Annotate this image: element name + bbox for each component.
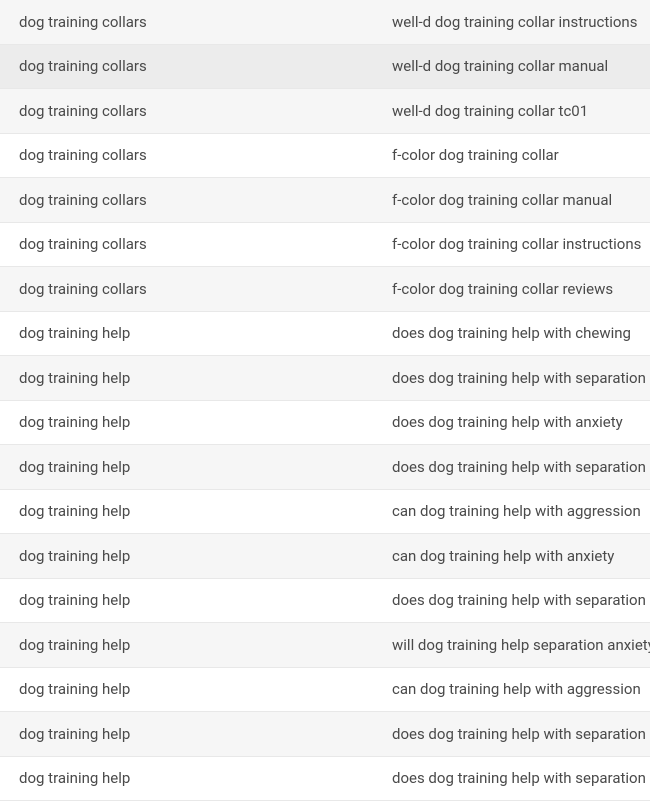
table-row[interactable]: dog training collarswell-d dog training … <box>0 0 650 45</box>
query-cell: well-d dog training collar instructions <box>354 13 650 31</box>
query-cell: does dog training help with chewing <box>354 324 650 342</box>
query-cell: can dog training help with anxiety <box>354 547 650 565</box>
table-row[interactable]: dog training helpcan dog training help w… <box>0 668 650 713</box>
category-cell: dog training collars <box>0 146 354 164</box>
query-cell: f-color dog training collar manual <box>354 191 650 209</box>
category-cell: dog training help <box>0 769 354 787</box>
query-cell: does dog training help with separation a <box>354 769 650 787</box>
table-row[interactable]: dog training collarsf-color dog training… <box>0 223 650 268</box>
category-cell: dog training collars <box>0 13 354 31</box>
query-cell: does dog training help with anxiety <box>354 413 650 431</box>
category-cell: dog training help <box>0 458 354 476</box>
table-row[interactable]: dog training helpcan dog training help w… <box>0 490 650 535</box>
category-cell: dog training help <box>0 324 354 342</box>
table-row[interactable]: dog training helpdoes dog training help … <box>0 712 650 757</box>
query-cell: can dog training help with aggression <box>354 680 650 698</box>
category-cell: dog training collars <box>0 235 354 253</box>
category-cell: dog training collars <box>0 57 354 75</box>
table-row[interactable]: dog training collarsf-color dog training… <box>0 134 650 179</box>
category-cell: dog training collars <box>0 102 354 120</box>
query-cell: does dog training help with separation a <box>354 458 650 476</box>
category-cell: dog training help <box>0 502 354 520</box>
query-cell: does dog training help with separation a <box>354 591 650 609</box>
table-row[interactable]: dog training helpcan dog training help w… <box>0 534 650 579</box>
table-row[interactable]: dog training helpdoes dog training help … <box>0 757 650 801</box>
query-cell: well-d dog training collar tc01 <box>354 102 650 120</box>
table-row[interactable]: dog training helpdoes dog training help … <box>0 356 650 401</box>
category-cell: dog training help <box>0 591 354 609</box>
category-cell: dog training help <box>0 413 354 431</box>
table-row[interactable]: dog training collarswell-d dog training … <box>0 45 650 90</box>
category-cell: dog training help <box>0 680 354 698</box>
category-cell: dog training help <box>0 725 354 743</box>
table-row[interactable]: dog training helpdoes dog training help … <box>0 579 650 624</box>
category-cell: dog training collars <box>0 280 354 298</box>
category-cell: dog training help <box>0 369 354 387</box>
table-row[interactable]: dog training collarsf-color dog training… <box>0 267 650 312</box>
table-row[interactable]: dog training collarsf-color dog training… <box>0 178 650 223</box>
keyword-table: dog training collarswell-d dog training … <box>0 0 650 801</box>
table-row[interactable]: dog training helpwill dog training help … <box>0 623 650 668</box>
query-cell: f-color dog training collar reviews <box>354 280 650 298</box>
table-row[interactable]: dog training helpdoes dog training help … <box>0 401 650 446</box>
query-cell: f-color dog training collar <box>354 146 650 164</box>
category-cell: dog training help <box>0 636 354 654</box>
table-row[interactable]: dog training helpdoes dog training help … <box>0 312 650 357</box>
table-row[interactable]: dog training helpdoes dog training help … <box>0 445 650 490</box>
query-cell: well-d dog training collar manual <box>354 57 650 75</box>
category-cell: dog training collars <box>0 191 354 209</box>
category-cell: dog training help <box>0 547 354 565</box>
query-cell: will dog training help separation anxiet… <box>354 636 650 654</box>
table-row[interactable]: dog training collarswell-d dog training … <box>0 89 650 134</box>
query-cell: f-color dog training collar instructions <box>354 235 650 253</box>
query-cell: does dog training help with separation a <box>354 369 650 387</box>
query-cell: can dog training help with aggression <box>354 502 650 520</box>
query-cell: does dog training help with separation a <box>354 725 650 743</box>
